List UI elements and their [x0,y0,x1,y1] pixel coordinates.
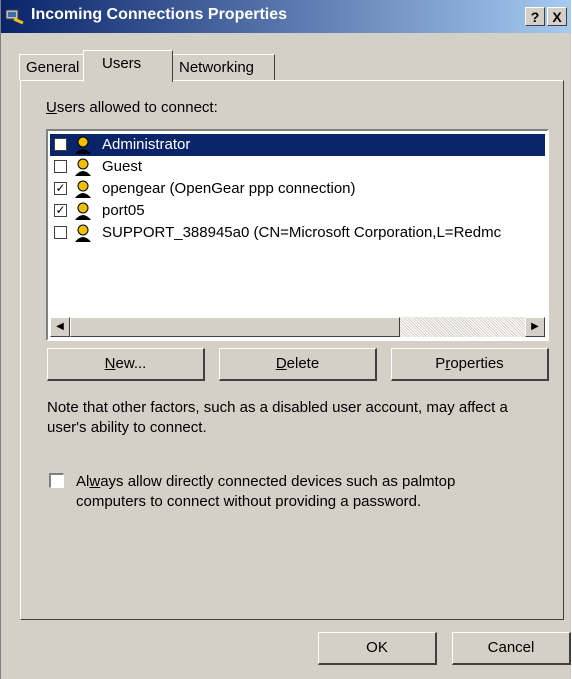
properties-button[interactable]: Properties [391,348,549,381]
network-connection-icon [5,9,24,25]
list-item[interactable]: Guest [50,156,545,178]
user-checkbox[interactable]: ✓ [54,182,67,195]
users-listbox[interactable]: Administrator Guest ✓ opengear (OpenGear… [46,129,549,341]
scroll-right-icon[interactable]: ▶ [525,317,545,337]
new-button[interactable]: New... [47,348,205,381]
user-checkbox[interactable] [54,226,67,239]
list-item[interactable]: ✓ opengear (OpenGear ppp connection) [50,178,545,200]
users-list-label-underline: U [46,99,57,116]
list-item[interactable]: SUPPORT_388945a0 (CN=Microsoft Corporati… [50,222,545,244]
user-name: SUPPORT_388945a0 (CN=Microsoft Corporati… [102,224,502,241]
scroll-thumb[interactable] [70,317,400,337]
tab-networking[interactable]: Networking [172,54,275,80]
user-name: opengear (OpenGear ppp connection) [102,180,356,197]
delete-button-rest: elete [286,355,320,372]
title-bar[interactable]: Incoming Connections Properties ? X [1,0,571,33]
user-icon [75,202,91,220]
properties-button-pre: P [435,355,446,372]
users-list-label-rest: sers allowed to connect: [56,99,218,116]
close-button[interactable]: X [547,7,567,26]
tab-networking-label: Networking [179,59,255,76]
always-allow-underline: w [89,473,101,490]
always-allow-rest: ays allow directly connected devices suc… [76,473,456,510]
always-allow-pre: Al [76,473,90,490]
tab-users[interactable]: Users [83,50,173,82]
user-icon [75,224,91,242]
user-icon [75,136,91,154]
tab-general-label: General [26,59,80,76]
list-item[interactable]: ✓ port05 [50,200,545,222]
user-name: Guest [102,158,143,175]
note-text: Note that other factors, such as a disab… [47,399,508,436]
new-button-rest: ew... [115,355,147,372]
properties-button-rest: operties [450,355,504,372]
user-name: Administrator [102,136,191,153]
user-checkbox[interactable] [54,160,67,173]
user-icon [75,180,91,198]
always-allow-label[interactable]: Always allow directly connected devices … [76,472,526,512]
users-list-label: Users allowed to connect: [46,99,218,116]
list-item[interactable]: Administrator [50,134,545,156]
dialog-window: Incoming Connections Properties ? X Gene… [0,0,571,679]
user-icon [75,158,91,176]
cancel-button[interactable]: Cancel [452,632,571,665]
user-checkbox[interactable] [54,138,67,151]
tab-general[interactable]: General [19,54,85,80]
tab-users-label: Users [102,55,142,72]
user-checkbox[interactable]: ✓ [54,204,67,217]
scroll-left-icon[interactable]: ◀ [50,317,70,337]
delete-button[interactable]: Delete [219,348,377,381]
window-title: Incoming Connections Properties [31,6,288,23]
new-button-underline: N [104,355,116,372]
always-allow-checkbox[interactable] [49,473,64,488]
ok-button[interactable]: OK [318,632,437,665]
user-name: port05 [102,202,145,219]
delete-button-underline: D [275,355,287,372]
horizontal-scrollbar[interactable]: ◀ ▶ [50,317,545,337]
help-button[interactable]: ? [525,7,545,26]
